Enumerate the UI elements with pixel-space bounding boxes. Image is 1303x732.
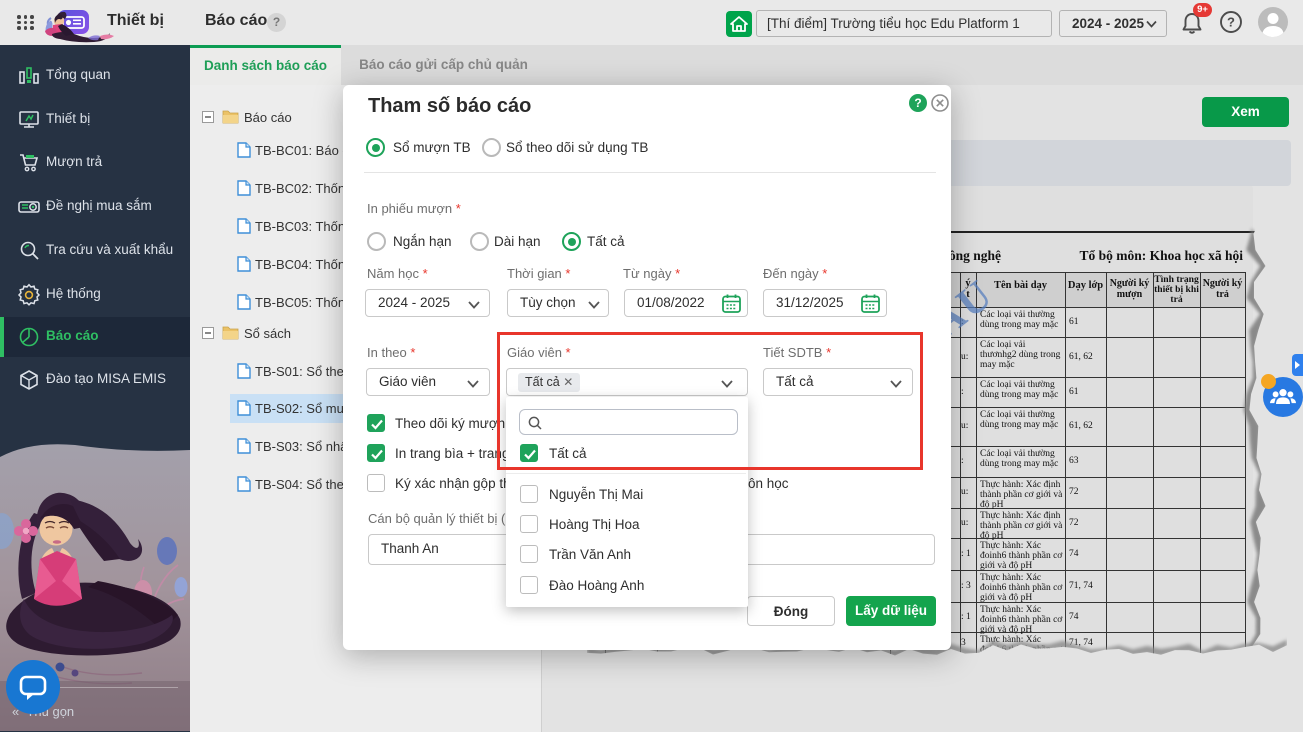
svg-text:?: ? (1227, 15, 1235, 30)
